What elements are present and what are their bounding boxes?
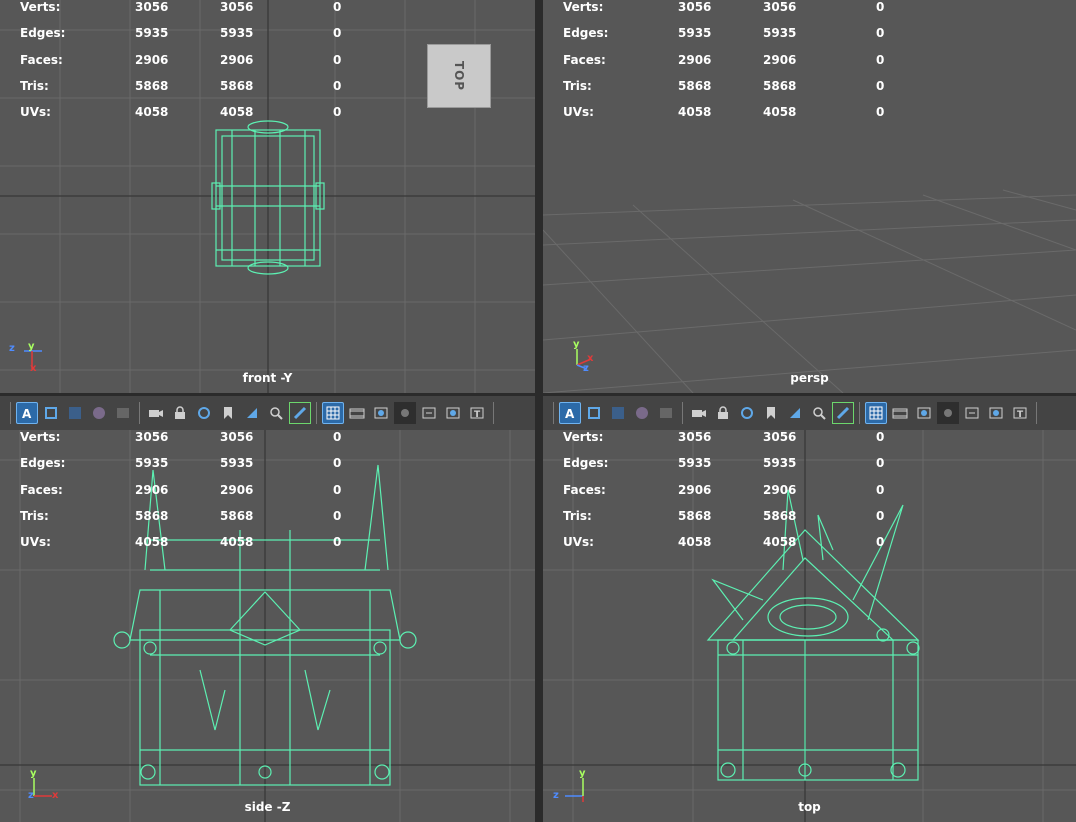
lock-camera-icon[interactable]	[712, 402, 734, 424]
select-camera-icon[interactable]: A	[559, 402, 581, 424]
view-cube[interactable]: TOP	[427, 44, 491, 108]
resolution-gate-icon[interactable]	[913, 402, 935, 424]
toolbar-separator	[493, 402, 494, 424]
safe-title-icon[interactable]: T	[1009, 402, 1031, 424]
viewport-persp[interactable]: Verts: 3056 3056 0 Edges: 5935 5935 0 Faces: 29…	[543, 0, 1076, 393]
field-chart-icon[interactable]	[961, 402, 983, 424]
axis-h-label: z	[9, 343, 15, 354]
axis-v-label: y	[579, 768, 586, 779]
grid-toggle-icon[interactable]	[865, 402, 887, 424]
camera-icon[interactable]	[688, 402, 710, 424]
grease-pencil-icon[interactable]	[289, 402, 311, 424]
bookmark-icon[interactable]	[217, 402, 239, 424]
svg-text:A: A	[22, 407, 32, 420]
viewport-grid	[543, 430, 1076, 822]
shading-icon[interactable]	[88, 402, 110, 424]
viewport-grid	[0, 430, 535, 822]
toolbar-separator	[859, 402, 860, 424]
toolbar-separator	[10, 402, 11, 424]
resolution-gate-icon[interactable]	[370, 402, 392, 424]
safe-action-icon[interactable]	[985, 402, 1007, 424]
film-gate-icon[interactable]	[889, 402, 911, 424]
camera-label: front -Y	[242, 371, 293, 385]
grid-toggle-icon[interactable]	[322, 402, 344, 424]
viewport-side[interactable]: Verts: 3056 3056 0 Edges: 5935 5935 0 Faces: 29…	[0, 430, 535, 822]
toolbar-separator	[1036, 402, 1037, 424]
camera-icon[interactable]	[145, 402, 167, 424]
toolbar-separator	[316, 402, 317, 424]
image-plane-icon[interactable]	[241, 402, 263, 424]
camera-label: side -Z	[244, 800, 291, 814]
chest-wireframe-top	[706, 489, 920, 781]
camera-attributes-icon[interactable]	[736, 402, 758, 424]
field-chart-icon[interactable]	[418, 402, 440, 424]
viewport-top[interactable]: Verts: 3056 3056 0 Edges: 5935 5935 0 Faces: 29…	[543, 430, 1076, 822]
safe-action-icon[interactable]	[442, 402, 464, 424]
camera-label: persp	[790, 371, 829, 385]
viewport-grid	[543, 189, 1076, 393]
texture-icon[interactable]	[112, 402, 134, 424]
safe-title-icon[interactable]: T	[466, 402, 488, 424]
svg-text:T: T	[1017, 410, 1024, 420]
view-cube-face: TOP	[452, 60, 466, 92]
grid-display-icon[interactable]	[64, 402, 86, 424]
texture-icon[interactable]	[655, 402, 677, 424]
toolbar-separator	[553, 402, 554, 424]
viewport-toolbar-left: A T	[0, 396, 535, 430]
svg-text:A: A	[565, 407, 575, 420]
camera-label: top	[798, 800, 821, 814]
two-d-pan-zoom-icon[interactable]	[808, 402, 830, 424]
select-camera-icon[interactable]: A	[16, 402, 38, 424]
toolbar-separator	[682, 402, 683, 424]
viewport-splitter-vertical[interactable]	[535, 0, 543, 822]
lock-camera-icon[interactable]	[169, 402, 191, 424]
shading-icon[interactable]	[631, 402, 653, 424]
gate-mask-icon[interactable]	[937, 402, 959, 424]
gate-mask-icon[interactable]	[394, 402, 416, 424]
svg-text:T: T	[474, 410, 481, 420]
grid-display-icon[interactable]	[607, 402, 629, 424]
axis-v-label: y	[28, 341, 35, 352]
film-gate-icon[interactable]	[346, 402, 368, 424]
grease-pencil-icon[interactable]	[832, 402, 854, 424]
viewport-front[interactable]: TOP Verts: 3056 3056 0 Edges: 5935 5935 0 Face…	[0, 0, 535, 393]
two-d-pan-zoom-icon[interactable]	[265, 402, 287, 424]
camera-attributes-icon[interactable]	[193, 402, 215, 424]
frame-icon[interactable]	[40, 402, 62, 424]
image-plane-icon[interactable]	[784, 402, 806, 424]
axis-v-label: y	[30, 768, 37, 779]
bookmark-icon[interactable]	[760, 402, 782, 424]
axis-v-label: y	[573, 339, 580, 350]
toolbar-separator	[139, 402, 140, 424]
viewport-toolbar-right: A T	[543, 396, 1076, 430]
frame-icon[interactable]	[583, 402, 605, 424]
